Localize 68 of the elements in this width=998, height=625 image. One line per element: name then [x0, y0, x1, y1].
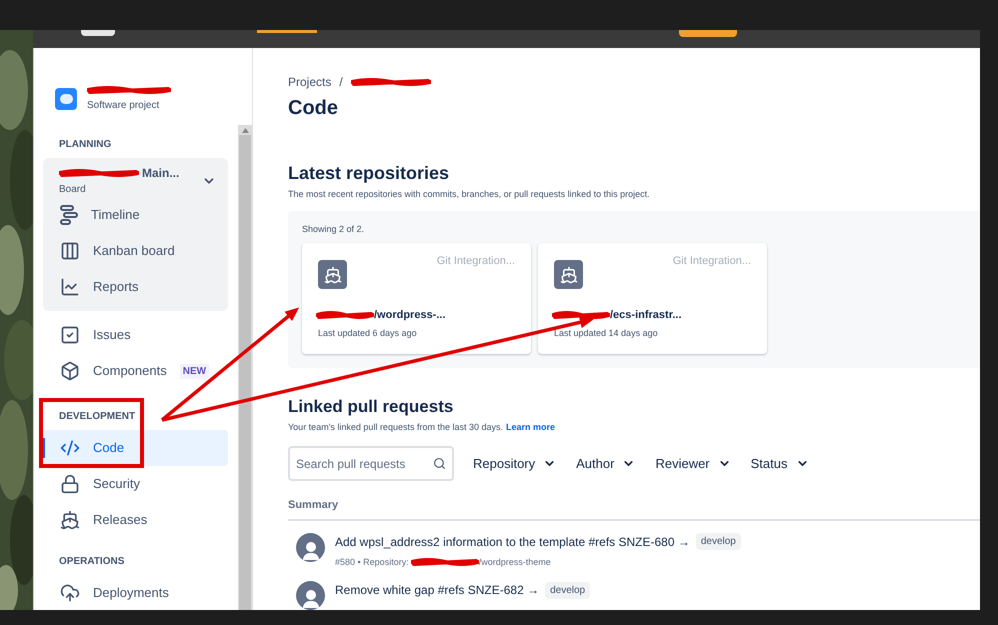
branch-tag: develop — [545, 582, 590, 598]
board-type: Board — [59, 183, 87, 197]
section-title: Latest repositories — [288, 162, 450, 185]
sidebar-item[interactable]: Releases — [43, 502, 228, 538]
breadcrumb-separator: / — [339, 74, 343, 91]
project-avatar-icon — [55, 88, 77, 110]
filter-dropdown[interactable]: Reviewer — [655, 454, 731, 474]
sidebar-item[interactable]: Kanban board — [43, 233, 228, 269]
column-header: Summary — [288, 498, 340, 514]
search-input[interactable]: Search pull requests — [296, 454, 433, 473]
last-updated: Last updated 6 days ago — [318, 326, 418, 340]
pull-request-title[interactable]: Remove white gap #refs SNZE-682 → — [335, 581, 540, 599]
branch-tag: develop — [696, 533, 741, 550]
sidebar-item[interactable]: Issues — [43, 317, 228, 353]
scroll-up-icon[interactable] — [242, 128, 248, 133]
provider-label: Git Integration... — [672, 254, 751, 269]
sidebar-item[interactable]: Security — [43, 466, 228, 502]
avatar-icon — [296, 532, 325, 562]
sidebar-item[interactable]: Components NEW — [43, 353, 228, 389]
ship-icon — [60, 510, 80, 530]
active-tab-indicator — [257, 30, 317, 33]
cloud-upload-icon — [60, 583, 80, 603]
page-title: Code — [288, 96, 339, 121]
section-heading: OPERATIONS — [59, 555, 126, 569]
section-description: The most recent repositories with commits, branches, or pull requests linked to this project. — [288, 188, 651, 201]
filter-dropdown[interactable]: Repository — [473, 454, 556, 474]
timeline-icon — [60, 205, 78, 225]
redaction-mark — [552, 310, 610, 320]
checkbox-icon — [60, 325, 80, 345]
ship-icon — [318, 260, 347, 289]
section-heading: DEVELOPMENT — [59, 410, 136, 424]
last-updated: Last updated 14 days ago — [554, 326, 659, 340]
filter-dropdown[interactable]: Author — [576, 454, 636, 474]
sidebar-item[interactable]: Deployments — [43, 575, 228, 611]
repository-card[interactable]: Git Integration... /ecs-infrastr... Last updated 14 days ago — [538, 243, 767, 354]
provider-label: Git Integration... — [436, 254, 515, 269]
repository-name: /ecs-infrastr... — [610, 308, 682, 323]
project-type: Software project — [87, 99, 160, 113]
count-label: Showing 2 of 2. — [302, 222, 366, 236]
columns-icon — [60, 241, 80, 261]
section-heading: PLANNING — [59, 138, 112, 152]
repository-name: /wordpress-... — [374, 308, 446, 323]
breadcrumb-link[interactable]: Projects — [288, 73, 332, 91]
filter-dropdown[interactable]: Status — [750, 454, 808, 474]
chart-icon — [60, 277, 80, 297]
lock-icon — [60, 474, 80, 494]
search-icon — [433, 457, 446, 470]
selection-bar — [42, 438, 45, 458]
pull-request-title[interactable]: Add wpsl_address2 information to the template #refs SNZE-680 → — [335, 532, 690, 550]
redaction-mark — [316, 310, 374, 320]
section-description: Your team's linked pull requests from the last 30 days. — [288, 420, 503, 434]
section-title: Linked pull requests — [288, 396, 454, 418]
new-badge: NEW — [180, 364, 210, 378]
sidebar-item[interactable]: Code — [43, 430, 228, 466]
sidebar-item[interactable]: Reports — [43, 269, 228, 305]
ship-icon — [554, 260, 583, 289]
learn-more-link[interactable]: Learn more — [506, 420, 556, 434]
create-button[interactable] — [679, 30, 737, 37]
sidebar-item[interactable]: Timeline — [43, 197, 228, 233]
repository-card[interactable]: Git Integration... /wordpress-... Last updated 6 days ago — [302, 243, 531, 354]
redaction-mark — [410, 557, 479, 568]
pull-request-meta: #580 • Repository: — [335, 556, 409, 569]
board-name: Main... — [142, 165, 180, 182]
code-icon — [60, 438, 80, 458]
scrollbar-thumb[interactable] — [239, 135, 251, 610]
repository-link[interactable]: /wordpress-theme — [478, 556, 551, 569]
search-field[interactable]: Search pull requests — [288, 446, 454, 482]
box-icon — [60, 361, 80, 381]
